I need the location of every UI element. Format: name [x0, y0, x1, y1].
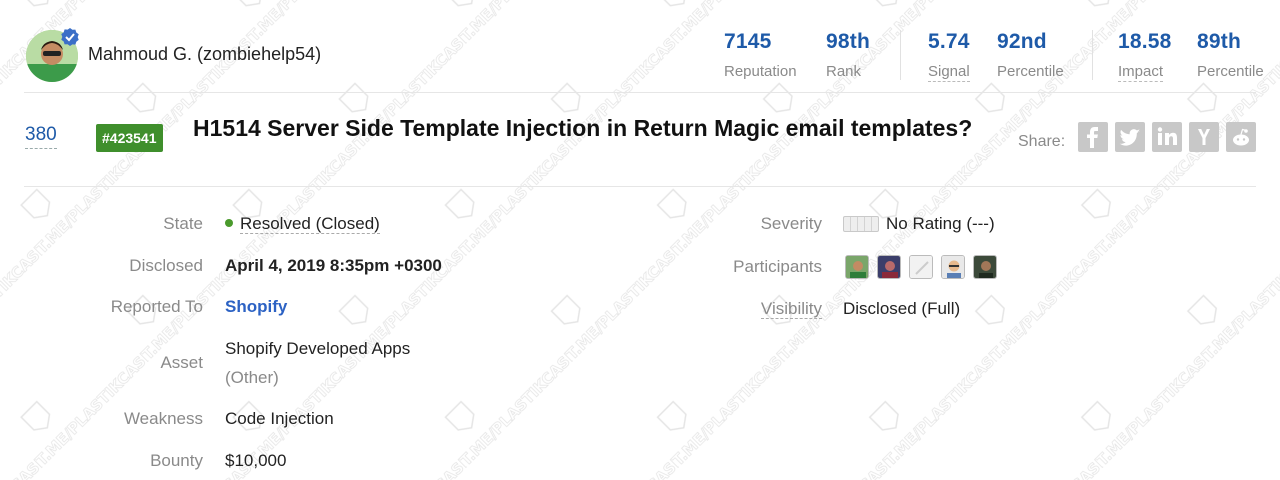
vote-count[interactable]: 380 [25, 124, 57, 149]
state-text: Resolved (Closed) [240, 214, 380, 234]
ycombinator-share-icon[interactable] [1189, 122, 1219, 152]
stat-divider [1092, 30, 1093, 80]
reputation-value: 7145 [724, 30, 772, 53]
visibility-label-text[interactable]: Visibility [760, 299, 822, 319]
stat-signal-percentile: 92nd Percentile [997, 30, 1064, 80]
twitter-share-icon[interactable] [1115, 122, 1145, 152]
facebook-share-icon[interactable] [1078, 122, 1108, 152]
disclosed-label: Disclosed [129, 256, 203, 275]
stat-rank: 98th Rank [826, 30, 870, 80]
divider [24, 92, 1256, 93]
visibility-label: Visibility [680, 299, 822, 319]
status-dot-icon [225, 219, 233, 227]
divider [24, 186, 1256, 187]
stat-reputation: 7145 Reputation [724, 30, 797, 80]
reported-to-label: Reported To [110, 297, 203, 316]
reported-to-link[interactable]: Shopify [225, 297, 287, 317]
reddit-share-icon[interactable] [1226, 122, 1256, 152]
signal-percentile-label: Percentile [997, 63, 1064, 80]
asset-label: Asset [160, 353, 203, 372]
asset-type: (Other) [225, 368, 279, 387]
impact-percentile-label: Percentile [1197, 63, 1264, 80]
impact-label[interactable]: Impact [1118, 63, 1164, 82]
participant-avatar[interactable] [845, 255, 869, 279]
report-id-badge[interactable]: #423541 [96, 124, 163, 152]
impact-value: 18.58 [1118, 30, 1172, 53]
severity-label: Severity [760, 214, 822, 233]
report-title: H1514 Server Side Template Injection in … [193, 115, 973, 141]
severity-meter [843, 216, 879, 232]
visibility-value: Disclosed (Full) [843, 299, 961, 318]
rank-label: Rank [826, 63, 862, 80]
disclosed-value: April 4, 2019 8:35pm +0300 [225, 256, 442, 275]
linkedin-share-icon[interactable] [1152, 122, 1182, 152]
asset-value: Shopify Developed Apps [225, 339, 411, 358]
participants-label: Participants [733, 257, 822, 276]
verified-badge-icon [60, 27, 80, 47]
participant-avatar[interactable] [973, 255, 997, 279]
stat-signal: 5.74 Signal [928, 30, 970, 82]
participant-avatar[interactable] [909, 255, 933, 279]
weakness-label: Weakness [123, 409, 203, 428]
profile-header: Mahmoud G. (zombiehelp54) 7145 Reputatio… [0, 0, 1280, 92]
weakness-value: Code Injection [225, 409, 334, 428]
participant-avatar[interactable] [941, 255, 965, 279]
signal-value: 5.74 [928, 30, 970, 53]
state-value[interactable]: Resolved (Closed) [225, 214, 380, 234]
username-link[interactable]: Mahmoud G. (zombiehelp54) [88, 44, 321, 65]
stat-impact: 18.58 Impact [1118, 30, 1172, 82]
reputation-label: Reputation [724, 63, 797, 80]
bounty-label: Bounty [150, 451, 203, 470]
signal-percentile-value: 92nd [997, 30, 1047, 53]
state-label: State [163, 214, 203, 233]
share-label: Share: [1018, 133, 1066, 150]
signal-label[interactable]: Signal [928, 63, 970, 82]
severity-value: No Rating (---) [886, 214, 995, 233]
bounty-value: $10,000 [225, 451, 287, 470]
stat-impact-percentile: 89th Percentile [1197, 30, 1264, 80]
impact-percentile-value: 89th [1197, 30, 1241, 53]
participant-avatar[interactable] [877, 255, 901, 279]
rank-value: 98th [826, 30, 870, 53]
stat-divider [900, 30, 901, 80]
